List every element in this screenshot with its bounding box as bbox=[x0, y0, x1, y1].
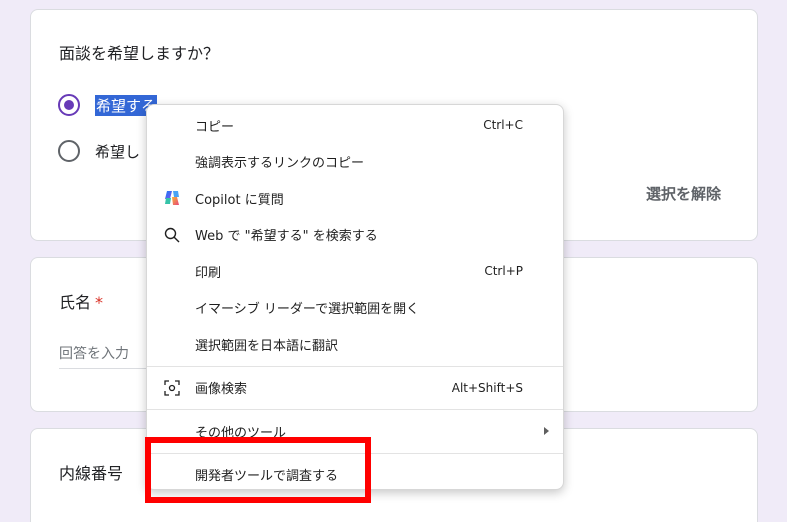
image-search-icon bbox=[163, 379, 181, 397]
menu-item-image-search[interactable]: 画像検索 Alt+Shift+S bbox=[147, 370, 563, 407]
menu-item-print[interactable]: 印刷 Ctrl+P bbox=[147, 253, 563, 290]
menu-item-shortcut: Alt+Shift+S bbox=[451, 380, 523, 395]
required-mark: * bbox=[95, 293, 104, 312]
copilot-icon bbox=[163, 189, 181, 207]
menu-item-label: イマーシブ リーダーで選択範囲を開く bbox=[195, 302, 420, 318]
menu-item-shortcut: Ctrl+C bbox=[483, 118, 523, 133]
radio-button[interactable] bbox=[58, 140, 80, 162]
question-title: 面談を希望しますか？ bbox=[59, 44, 220, 63]
menu-item-label: コピー bbox=[195, 119, 235, 135]
highlight-annotation-box bbox=[145, 437, 371, 503]
radio-button-checked[interactable] bbox=[58, 94, 80, 116]
radio-option-not-want[interactable]: 希望し bbox=[58, 140, 140, 162]
menu-item-immersive-reader[interactable]: イマーシブ リーダーで選択範囲を開く bbox=[147, 290, 563, 327]
menu-item-ask-copilot[interactable]: Copilot に質問 bbox=[147, 180, 563, 217]
search-icon bbox=[163, 226, 181, 244]
context-menu: コピー Ctrl+C 強調表示するリンクのコピー Copilot に質問 Web… bbox=[146, 104, 564, 490]
menu-item-label: Web で "希望する" を検索する bbox=[195, 229, 378, 245]
question-title-text: 氏名 bbox=[59, 293, 92, 312]
question-title: 内線番号 bbox=[59, 464, 124, 483]
menu-item-web-search[interactable]: Web で "希望する" を検索する bbox=[147, 217, 563, 254]
radio-option-want[interactable]: 希望する bbox=[58, 94, 158, 116]
menu-item-label: 強調表示するリンクのコピー bbox=[195, 156, 365, 172]
menu-separator bbox=[147, 365, 563, 367]
clear-selection-button[interactable]: 選択を解除 bbox=[646, 183, 721, 204]
menu-item-copy-link-highlight[interactable]: 強調表示するリンクのコピー bbox=[147, 144, 563, 181]
radio-option-label: 希望し bbox=[95, 142, 141, 161]
question-title: 氏名 * bbox=[59, 289, 103, 313]
menu-item-label: 画像検索 bbox=[195, 382, 248, 398]
menu-item-label: 選択範囲を日本語に翻訳 bbox=[195, 338, 339, 354]
menu-item-label: Copilot に質問 bbox=[195, 192, 284, 208]
menu-item-translate[interactable]: 選択範囲を日本語に翻訳 bbox=[147, 326, 563, 363]
menu-item-shortcut: Ctrl+P bbox=[484, 264, 523, 279]
menu-item-label: 印刷 bbox=[195, 265, 222, 281]
menu-item-copy[interactable]: コピー Ctrl+C bbox=[147, 107, 563, 144]
chevron-right-icon bbox=[544, 427, 549, 436]
menu-separator bbox=[147, 409, 563, 410]
